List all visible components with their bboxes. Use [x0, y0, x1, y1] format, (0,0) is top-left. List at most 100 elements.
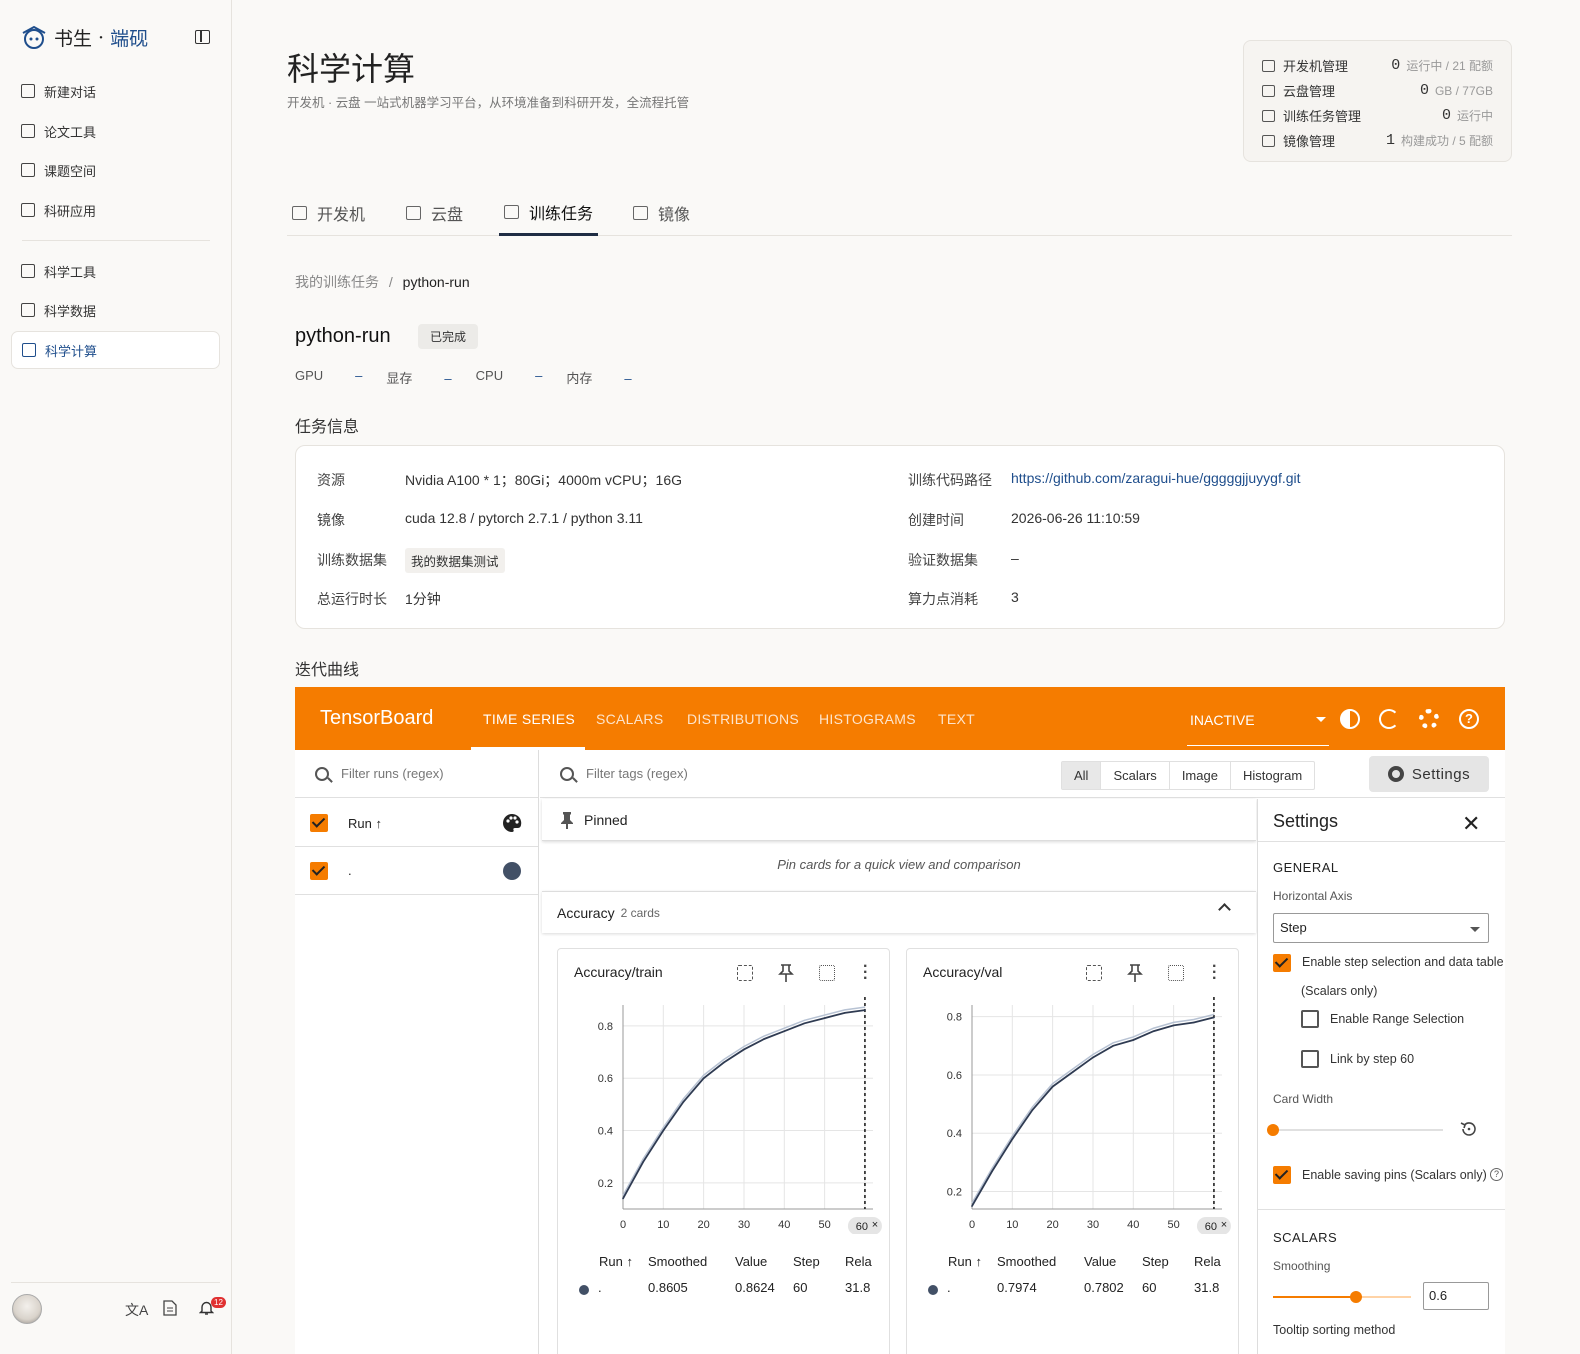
table-header[interactable]: Rela: [1194, 1254, 1221, 1269]
tab-image[interactable]: 镜像: [633, 190, 690, 236]
data-point: [1051, 1085, 1054, 1088]
run-column-header[interactable]: Run ↑: [348, 816, 382, 831]
horizontal-axis-select[interactable]: Step: [1273, 913, 1489, 943]
tags-filter-placeholder: Filter tags (regex): [586, 766, 688, 781]
table-header[interactable]: Smoothed: [648, 1254, 707, 1269]
fit-domain-icon[interactable]: [1086, 965, 1102, 981]
tab-devbox[interactable]: 开发机: [292, 190, 365, 236]
reload-icon[interactable]: [1379, 709, 1399, 729]
x-tick-label: 20: [698, 1219, 710, 1231]
info-value: 3: [1011, 589, 1019, 605]
card-width-slider[interactable]: [1273, 1129, 1443, 1131]
run-color-swatch[interactable]: [503, 862, 521, 880]
stat-label: 训练任务管理: [1283, 109, 1362, 124]
section-heading: GENERAL: [1273, 860, 1339, 875]
tb-tab-histograms[interactable]: HISTOGRAMS: [819, 711, 916, 727]
breadcrumb-parent[interactable]: 我的训练任务: [295, 274, 379, 290]
tag-btn-scalars[interactable]: Scalars: [1101, 762, 1170, 789]
search-icon: [560, 766, 574, 781]
table-header[interactable]: Step: [793, 1254, 820, 1269]
stat-devbox[interactable]: 开发机管理 0 运行中 / 21 配额: [1262, 53, 1493, 78]
dataset-chip[interactable]: 我的数据集测试: [405, 548, 505, 573]
reset-icon[interactable]: [1459, 1119, 1479, 1139]
stat-training[interactable]: 训练任务管理 0 运行中: [1262, 103, 1493, 128]
sidebar-item-science-compute[interactable]: 科学计算: [11, 331, 220, 369]
x-tick-label: 50: [1167, 1219, 1179, 1231]
runs-panel: Filter runs (regex) Run ↑ .: [295, 750, 539, 1354]
fullscreen-icon[interactable]: [819, 965, 835, 981]
sidebar-item-label: 新建对话: [44, 84, 97, 100]
tag-btn-image[interactable]: Image: [1170, 762, 1231, 789]
close-icon[interactable]: ✕: [1462, 811, 1480, 837]
tb-tab-scalars[interactable]: SCALARS: [596, 711, 663, 727]
help-icon[interactable]: ?: [1459, 709, 1479, 729]
code-path-link[interactable]: https://github.com/zaragui-hue/gggggjjuy…: [1011, 470, 1301, 486]
table-header[interactable]: Run ↑: [948, 1254, 982, 1269]
data-point: [763, 1038, 765, 1040]
x-tick-label: 10: [657, 1219, 669, 1231]
step-selection-checkbox[interactable]: [1273, 954, 1291, 972]
more-menu-icon[interactable]: · · ·: [1212, 959, 1217, 987]
sidebar-item-science-data[interactable]: 科学数据: [11, 291, 220, 329]
table-header[interactable]: Value: [1084, 1254, 1116, 1269]
section-heading: SCALARS: [1273, 1230, 1338, 1245]
tb-tab-time-series[interactable]: TIME SERIES: [483, 711, 575, 727]
pin-icon[interactable]: [778, 964, 794, 982]
stat-image[interactable]: 镜像管理 1 构建成功 / 5 配额: [1262, 128, 1493, 153]
checkbox-label: Enable saving pins (Scalars only): [1302, 1168, 1487, 1182]
run-checkbox[interactable]: [310, 862, 328, 880]
x-tick-label: 30: [738, 1219, 750, 1231]
stat-disk[interactable]: 云盘管理 0 GB / 77GB: [1262, 78, 1493, 103]
tb-tab-distributions[interactable]: DISTRIBUTIONS: [687, 711, 799, 727]
group-header-accuracy[interactable]: Accuracy 2 cards: [542, 891, 1256, 933]
card-width-slider-thumb[interactable]: [1267, 1124, 1279, 1136]
file-icon[interactable]: [163, 1300, 177, 1316]
avatar[interactable]: [12, 1294, 42, 1324]
toolbox-icon: [21, 264, 35, 278]
divider: [1258, 841, 1505, 842]
table-header[interactable]: Step: [1142, 1254, 1169, 1269]
tab-disk[interactable]: 云盘: [406, 190, 463, 236]
divider: [295, 846, 538, 847]
smoothing-input[interactable]: 0.6: [1423, 1282, 1489, 1310]
pin-icon[interactable]: [1127, 964, 1143, 982]
saving-pins-checkbox[interactable]: [1273, 1166, 1291, 1184]
chart-accuracy-train[interactable]: 01020304050600.20.40.60.860×: [558, 989, 891, 1234]
smoothing-slider-thumb[interactable]: [1349, 1291, 1362, 1303]
collapse-chevron-icon[interactable]: [1218, 903, 1231, 916]
tab-training[interactable]: 训练任务: [499, 190, 599, 236]
table-header[interactable]: Run ↑: [599, 1254, 633, 1269]
runs-filter[interactable]: Filter runs (regex): [295, 750, 538, 798]
data-point: [1011, 1138, 1014, 1140]
palette-icon[interactable]: [502, 813, 522, 833]
inactive-plugins-select[interactable]: INACTIVE: [1190, 712, 1255, 728]
theme-toggle-icon[interactable]: [1340, 709, 1360, 729]
table-header[interactable]: Value: [735, 1254, 767, 1269]
tensorboard-brand: TensorBoard: [320, 707, 434, 729]
range-selection-checkbox[interactable]: [1301, 1010, 1319, 1028]
logo[interactable]: 书生 · 端砚: [20, 24, 148, 51]
settings-gear-icon[interactable]: [1419, 709, 1439, 729]
help-icon[interactable]: ?: [1490, 1168, 1503, 1181]
monitor-icon: [22, 343, 36, 357]
fullscreen-icon[interactable]: [1168, 965, 1184, 981]
tag-btn-all[interactable]: All: [1062, 762, 1102, 789]
table-header[interactable]: Smoothed: [997, 1254, 1056, 1269]
sidebar-item-topic-space[interactable]: 课题空间: [11, 151, 220, 189]
stat-unit: 构建成功 / 5 配额: [1400, 134, 1493, 148]
translate-icon[interactable]: 文A: [125, 1300, 148, 1320]
chart-accuracy-val[interactable]: 01020304050600.20.40.60.860×: [907, 989, 1240, 1234]
all-runs-checkbox[interactable]: [310, 814, 328, 832]
sidebar-item-paper-tools[interactable]: 论文工具: [11, 112, 220, 150]
sidebar-item-research-apps[interactable]: 科研应用: [11, 191, 220, 229]
fit-domain-icon[interactable]: [737, 965, 753, 981]
sidebar-collapse-icon[interactable]: [195, 30, 210, 44]
sidebar-item-science-tools[interactable]: 科学工具: [11, 252, 220, 290]
sidebar-item-new-chat[interactable]: 新建对话: [11, 72, 220, 110]
tb-tab-text[interactable]: TEXT: [938, 711, 975, 727]
link-by-step-checkbox[interactable]: [1301, 1050, 1319, 1068]
table-header[interactable]: Rela: [845, 1254, 872, 1269]
data-point: [783, 1030, 786, 1032]
dropdown-caret-icon[interactable]: [1316, 717, 1326, 722]
more-menu-icon[interactable]: · · ·: [863, 959, 868, 987]
